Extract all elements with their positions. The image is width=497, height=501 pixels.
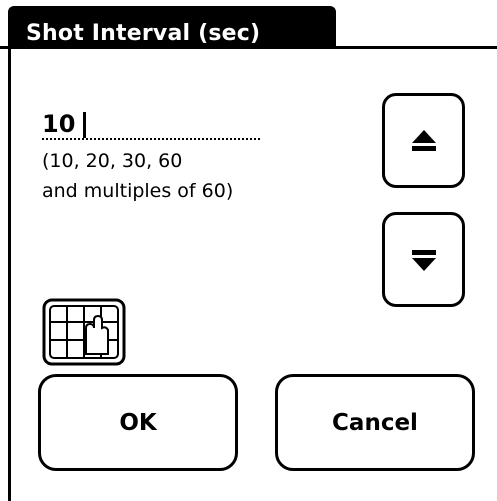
graffiti-shift-icon[interactable] [42, 298, 126, 366]
hint-line-1: (10, 20, 30, 60 [42, 150, 183, 172]
interval-value: 10 [42, 110, 76, 138]
text-cursor [83, 112, 86, 138]
interval-input[interactable]: 10 [42, 110, 260, 140]
dialog-title: Shot Interval (sec) [26, 21, 261, 46]
cancel-button[interactable]: Cancel [275, 374, 475, 471]
input-underline [42, 138, 260, 140]
hint-line-2: and multiples of 60) [42, 180, 234, 202]
ok-button[interactable]: OK [38, 374, 238, 471]
dialog-left-border [8, 49, 11, 501]
title-tab: Shot Interval (sec) [8, 6, 336, 49]
decrement-button[interactable] [382, 212, 465, 307]
dialog-title-bar: Shot Interval (sec) [0, 0, 497, 49]
down-arrow-icon [411, 249, 436, 271]
increment-button[interactable] [382, 93, 465, 188]
up-arrow-icon [411, 129, 436, 151]
